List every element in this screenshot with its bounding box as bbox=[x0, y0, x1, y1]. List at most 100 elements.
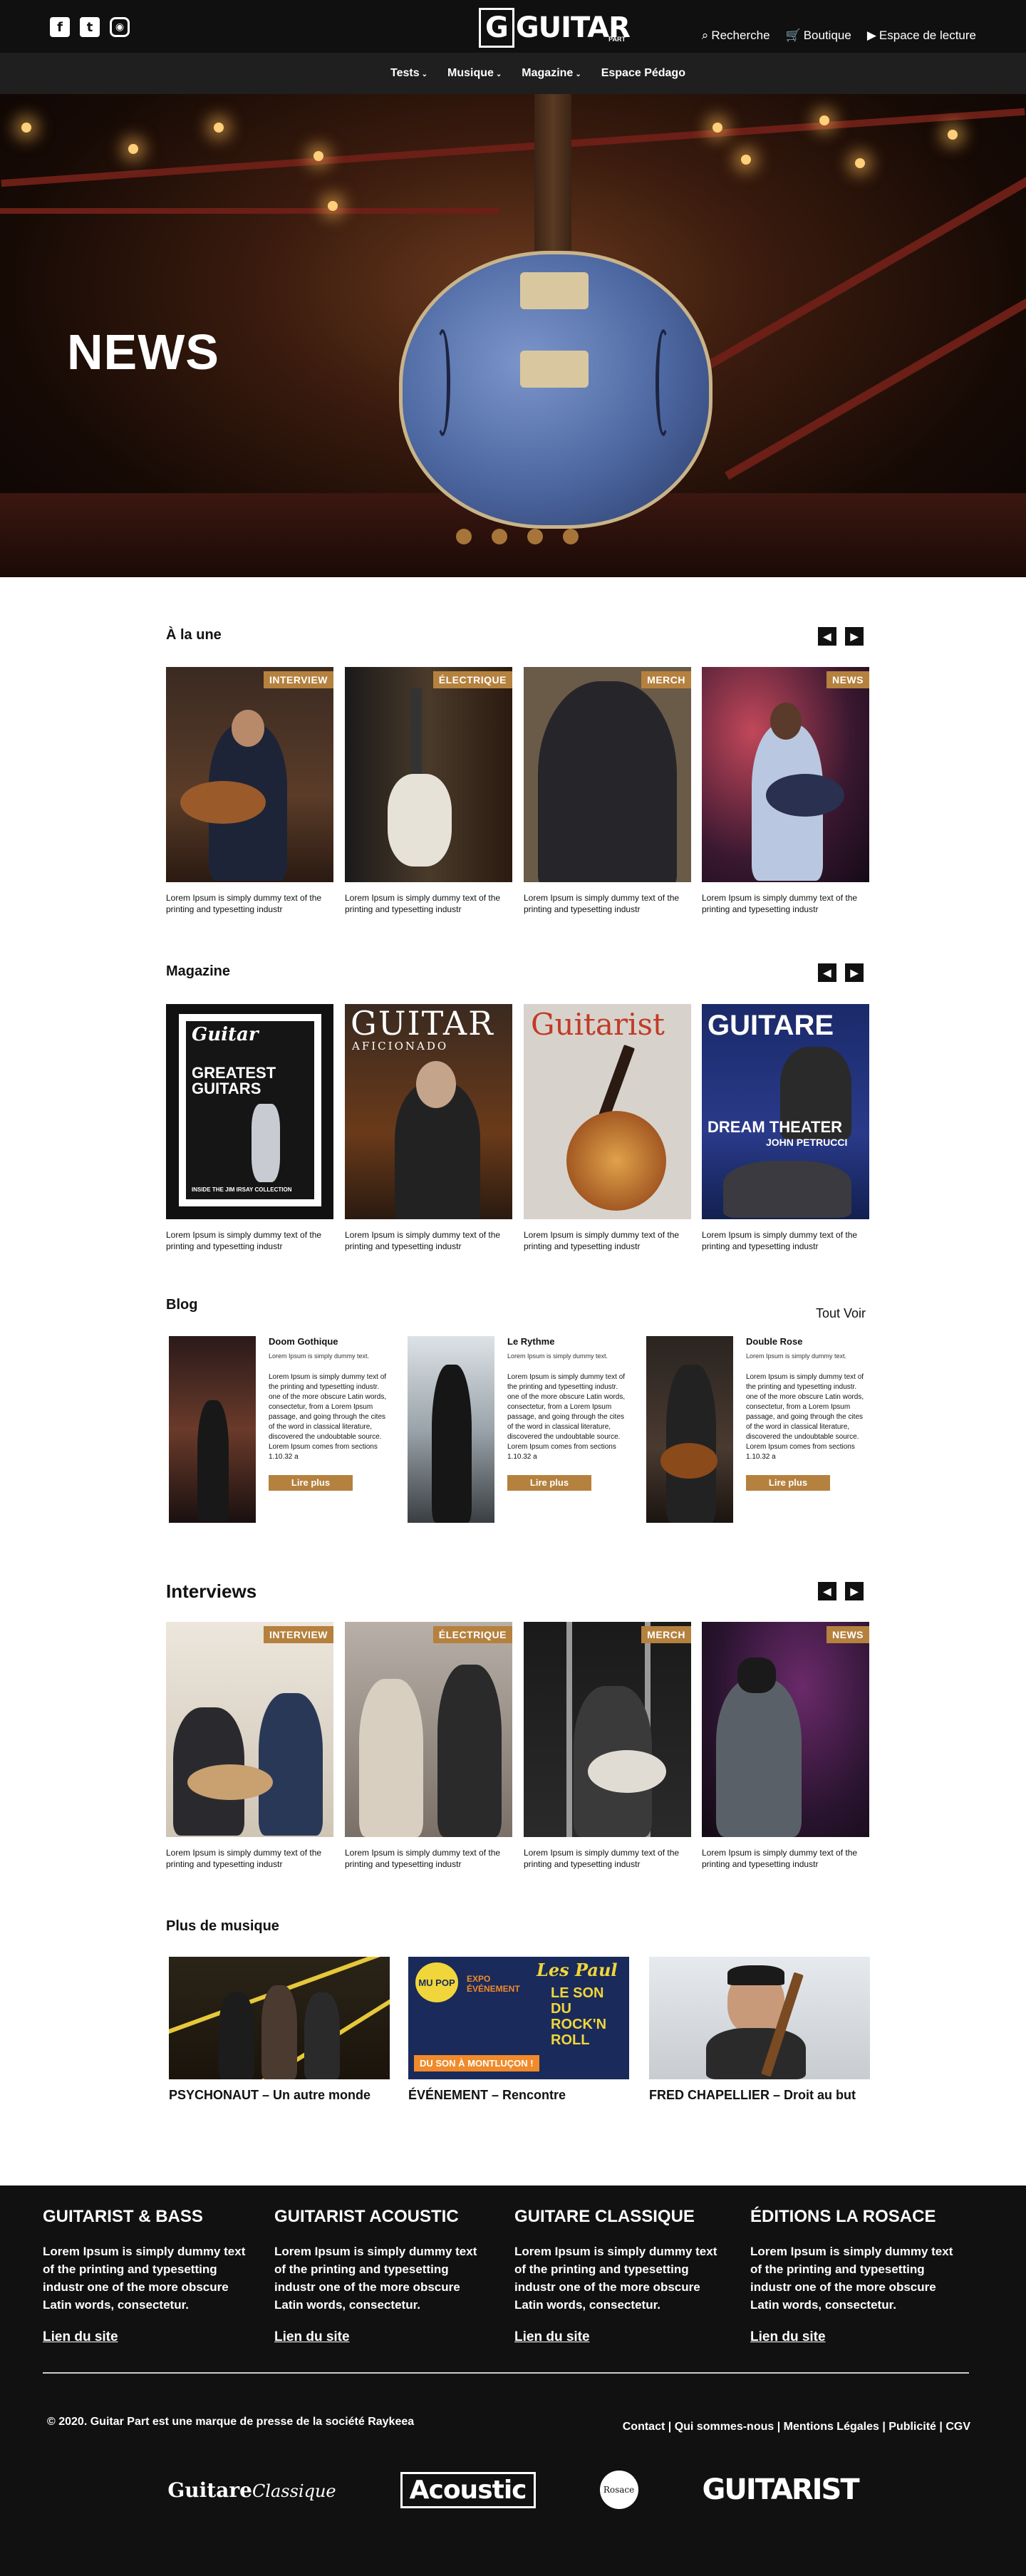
person-head bbox=[232, 710, 264, 747]
nav-item-musique[interactable]: Musique ⌄ bbox=[447, 67, 502, 80]
read-more-button[interactable]: Lire plus bbox=[507, 1475, 591, 1491]
magazine-cover: GUITAR AFICIONADO bbox=[345, 1004, 512, 1219]
blog-body: Lorem Ipsum is simply dummy text of the … bbox=[507, 1373, 626, 1461]
footer-site-link[interactable]: Lien du site bbox=[514, 2329, 728, 2345]
carousel-dot[interactable] bbox=[492, 529, 507, 544]
une-card[interactable]: NEWS Lorem Ipsum is simply dummy text of… bbox=[702, 667, 869, 915]
instagram-icon[interactable]: ◉ bbox=[110, 17, 130, 37]
blog-post[interactable]: Double Rose Lorem Ipsum is simply dummy … bbox=[646, 1336, 867, 1523]
search-link[interactable]: ⌕ Recherche bbox=[702, 29, 770, 43]
read-more-button[interactable]: Lire plus bbox=[269, 1475, 353, 1491]
prev-arrow-icon[interactable]: ◀ bbox=[818, 1582, 836, 1600]
music-image bbox=[169, 1957, 390, 2079]
magazine-cover: Guitarist bbox=[524, 1004, 691, 1219]
magazine-card[interactable]: Guitarist Lorem Ipsum is simply dummy te… bbox=[524, 1004, 691, 1252]
card-tag: NEWS bbox=[826, 671, 869, 688]
next-arrow-icon[interactable]: ▶ bbox=[845, 627, 864, 646]
see-all-link[interactable]: Tout Voir bbox=[816, 1306, 866, 1321]
carousel-dot[interactable] bbox=[456, 529, 472, 544]
carousel-dot[interactable] bbox=[527, 529, 543, 544]
footer-site-link[interactable]: Lien du site bbox=[750, 2329, 964, 2345]
brand-rosace[interactable]: Rosace bbox=[599, 2471, 638, 2509]
nav-item-pedago[interactable]: Espace Pédago bbox=[601, 67, 685, 80]
interview-card[interactable]: INTERVIEW Lorem Ipsum is simply dummy te… bbox=[166, 1622, 333, 1870]
music-item[interactable]: PSYCHONAUT – Un autre monde bbox=[169, 1957, 390, 2103]
card-image: INTERVIEW bbox=[166, 1622, 333, 1837]
music-item[interactable]: FRED CHAPELLIER – Droit au but bbox=[649, 1957, 870, 2103]
footer-link-contact[interactable]: Contact bbox=[623, 2421, 665, 2433]
footer-links: Contact | Qui sommes-nous | Mentions Lég… bbox=[622, 2421, 970, 2433]
read-more-button[interactable]: Lire plus bbox=[746, 1475, 830, 1491]
cart-icon: 🛒 bbox=[785, 29, 801, 42]
music-title: ÉVÉNEMENT – Rencontre bbox=[408, 2088, 566, 2102]
footer-link-about[interactable]: Qui sommes-nous bbox=[675, 2421, 774, 2433]
blog-title: Le Rythme bbox=[507, 1336, 555, 1347]
footer-site-link[interactable]: Lien du site bbox=[274, 2329, 488, 2345]
guitar-shape bbox=[180, 781, 266, 824]
carousel-dot[interactable] bbox=[563, 529, 579, 544]
card-caption: Lorem Ipsum is simply dummy text of the … bbox=[702, 1230, 858, 1251]
magazine-cover: GUITARE DREAM THEATER JOHN PETRUCCI bbox=[702, 1004, 869, 1219]
person-figure bbox=[437, 1665, 502, 1837]
band-figures bbox=[723, 1161, 851, 1218]
site-logo[interactable]: G GUITAR PART bbox=[479, 6, 631, 50]
nav-item-tests[interactable]: Tests ⌄ bbox=[390, 67, 428, 80]
reading-link[interactable]: ▶ Espace de lecture bbox=[867, 29, 976, 43]
music-item[interactable]: MU POP EXPO ÉVÉNEMENT Les Paul LE SON DU… bbox=[408, 1957, 629, 2103]
guitar-pickup bbox=[520, 351, 589, 388]
twitter-icon[interactable]: t bbox=[80, 17, 100, 37]
stage-light bbox=[741, 155, 751, 165]
nav-item-magazine[interactable]: Magazine ⌄ bbox=[522, 67, 581, 80]
card-caption: Lorem Ipsum is simply dummy text of the … bbox=[524, 893, 680, 914]
section-title-plus: Plus de musique bbox=[166, 1918, 279, 1934]
guitar-shape bbox=[252, 1104, 280, 1182]
next-arrow-icon[interactable]: ▶ bbox=[845, 963, 864, 982]
interview-card[interactable]: NEWS Lorem Ipsum is simply dummy text of… bbox=[702, 1622, 869, 1870]
une-card[interactable]: INTERVIEW Lorem Ipsum is simply dummy te… bbox=[166, 667, 333, 915]
blog-image bbox=[408, 1336, 494, 1523]
next-arrow-icon[interactable]: ▶ bbox=[845, 1582, 864, 1600]
poster-text: EXPO ÉVÉNEMENT bbox=[467, 1974, 520, 1994]
blog-body: Lorem Ipsum is simply dummy text of the … bbox=[269, 1373, 387, 1461]
brand-guitare-classique[interactable]: GuitareClassique bbox=[167, 2478, 336, 2502]
magazine-card[interactable]: GUITAR AFICIONADO Lorem Ipsum is simply … bbox=[345, 1004, 512, 1252]
card-caption: Lorem Ipsum is simply dummy text of the … bbox=[524, 1230, 680, 1251]
footer-text: Lorem Ipsum is simply dummy text of the … bbox=[43, 2245, 246, 2312]
reading-label: Espace de lecture bbox=[879, 29, 976, 42]
footer-text: Lorem Ipsum is simply dummy text of the … bbox=[750, 2245, 953, 2312]
blog-image bbox=[169, 1336, 256, 1523]
card-caption: Lorem Ipsum is simply dummy text of the … bbox=[345, 1230, 501, 1251]
brand-guitarist[interactable]: GUITARIST bbox=[703, 2473, 860, 2506]
interview-card[interactable]: ÉLECTRIQUE Lorem Ipsum is simply dummy t… bbox=[345, 1622, 512, 1870]
facebook-icon[interactable]: f bbox=[50, 17, 70, 37]
copyright: © 2020. Guitar Part est une marque de pr… bbox=[47, 2416, 415, 2428]
nav-label: Musique bbox=[447, 67, 494, 79]
shop-link[interactable]: 🛒 Boutique bbox=[786, 29, 851, 43]
guitar-shape bbox=[660, 1443, 717, 1479]
une-card[interactable]: MERCH Lorem Ipsum is simply dummy text o… bbox=[524, 667, 691, 915]
magazine-card[interactable]: GUITARE DREAM THEATER JOHN PETRUCCI Lore… bbox=[702, 1004, 869, 1252]
prev-arrow-icon[interactable]: ◀ bbox=[818, 627, 836, 646]
rail bbox=[0, 208, 499, 214]
interview-card[interactable]: MERCH Lorem Ipsum is simply dummy text o… bbox=[524, 1622, 691, 1870]
music-title: FRED CHAPELLIER – Droit au but bbox=[649, 2088, 856, 2102]
prev-arrow-icon[interactable]: ◀ bbox=[818, 963, 836, 982]
chevron-down-icon: ⌄ bbox=[575, 71, 581, 78]
person-head bbox=[416, 1061, 456, 1108]
blog-body: Lorem Ipsum is simply dummy text of the … bbox=[746, 1373, 864, 1461]
card-caption: Lorem Ipsum is simply dummy text of the … bbox=[166, 893, 322, 914]
cover-masthead: Guitarist bbox=[531, 1007, 665, 1042]
une-card[interactable]: ÉLECTRIQUE Lorem Ipsum is simply dummy t… bbox=[345, 667, 512, 915]
hoodie-shape bbox=[538, 681, 677, 882]
footer-site-link[interactable]: Lien du site bbox=[43, 2329, 256, 2345]
footer-link-ads[interactable]: Publicité bbox=[888, 2421, 936, 2433]
blog-post[interactable]: Le Rythme Lorem Ipsum is simply dummy te… bbox=[408, 1336, 628, 1523]
blog-post[interactable]: Doom Gothique Lorem Ipsum is simply dumm… bbox=[169, 1336, 390, 1523]
footer-link-legal[interactable]: Mentions Légales bbox=[784, 2421, 879, 2433]
brand-name-italic: Classique bbox=[252, 2481, 336, 2501]
brand-acoustic[interactable]: Acoustic bbox=[400, 2471, 536, 2508]
footer-link-cgv[interactable]: CGV bbox=[945, 2421, 970, 2433]
magazine-card[interactable]: Guitar GREATEST GUITARS INSIDE THE JIM I… bbox=[166, 1004, 333, 1252]
guitar-shape bbox=[566, 1111, 666, 1211]
card-image: MERCH bbox=[524, 667, 691, 882]
